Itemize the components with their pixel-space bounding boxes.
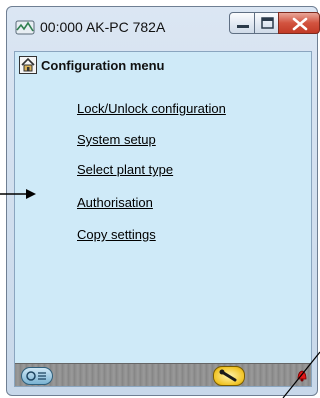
client-area: Configuration menu Lock/Unlock configura… <box>14 51 312 387</box>
window-title: 00:000 AK-PC 782A <box>40 19 166 35</box>
minimize-icon <box>237 25 249 28</box>
maximize-button[interactable] <box>254 12 279 34</box>
network-monitor-icon <box>15 18 35 36</box>
maximize-icon <box>261 17 274 29</box>
menu-item-authorisation[interactable]: Authorisation <box>77 195 153 210</box>
menu-item-select-plant-type[interactable]: Select plant type <box>77 162 173 177</box>
close-button[interactable] <box>278 12 320 34</box>
logout-icon[interactable] <box>21 367 53 385</box>
wrench-icon[interactable] <box>213 366 245 386</box>
menu-item-lock-unlock-configuration[interactable]: Lock/Unlock configuration <box>77 101 226 116</box>
menu-item-system-setup[interactable]: System setup <box>77 132 156 147</box>
application-window: 00:000 AK-PC 782A Configuration menu Loc… <box>6 6 320 396</box>
status-bar <box>15 363 311 386</box>
home-icon[interactable] <box>19 56 37 74</box>
title-bar[interactable]: 00:000 AK-PC 782A <box>7 7 320 45</box>
alarm-bell-icon[interactable] <box>295 368 309 382</box>
close-icon <box>292 17 308 31</box>
menu-title: Configuration menu <box>41 58 165 73</box>
minimize-button[interactable] <box>229 12 255 34</box>
menu-item-copy-settings[interactable]: Copy settings <box>77 227 156 242</box>
